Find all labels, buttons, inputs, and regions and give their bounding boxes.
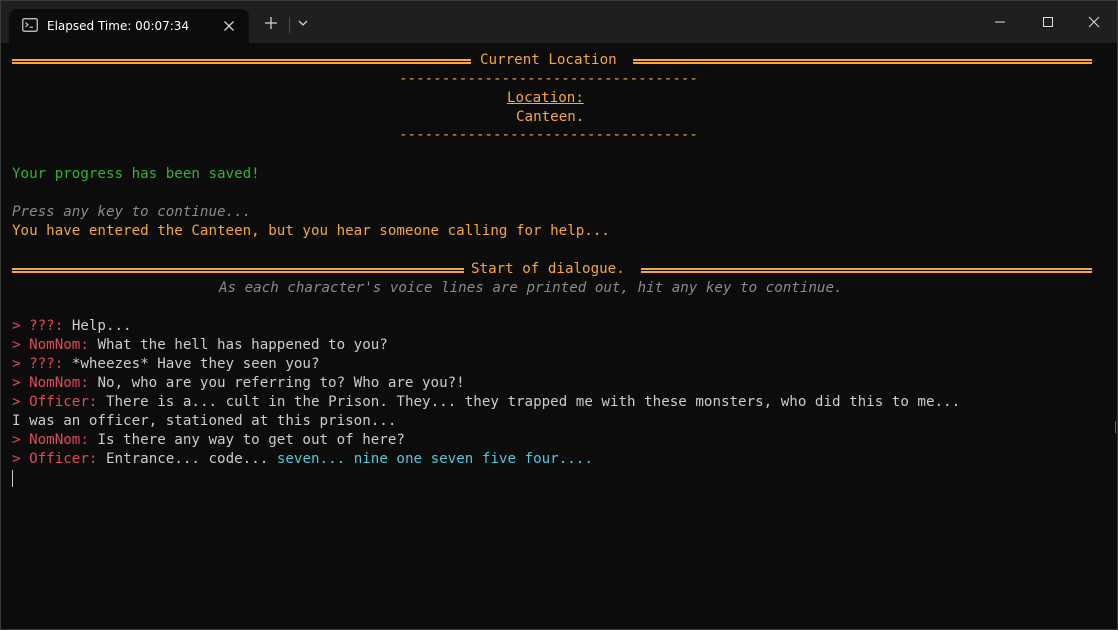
location-rule-top: ----------------------------------- xyxy=(399,71,698,87)
dialogue-line: > Officer: There is a... cult in the Pri… xyxy=(12,393,960,412)
tab-title: Elapsed Time: 00:07:34 xyxy=(47,19,190,33)
code-highlight: seven... nine one seven five four.... xyxy=(276,451,593,467)
speaker-name: ???: xyxy=(29,356,64,372)
location-header: Current Location xyxy=(480,52,617,68)
dialogue-line: > Officer: Entrance... code... seven... … xyxy=(12,450,593,469)
tab-active[interactable]: Elapsed Time: 00:07:34 xyxy=(9,9,249,43)
terminal-output[interactable]: Current Location -----------------------… xyxy=(1,43,1117,629)
prompt-marker: > xyxy=(12,356,21,372)
prompt-marker: > xyxy=(12,375,21,391)
dialogue-line: > ???: *wheezes* Have they seen you? xyxy=(12,355,320,374)
minimize-button[interactable] xyxy=(977,1,1023,43)
header-rule-left xyxy=(12,59,471,64)
dialogue-text: Is there any way to get out of here? xyxy=(97,432,405,448)
dialogue-text: Entrance... code... xyxy=(105,451,269,467)
text-cursor xyxy=(12,470,13,487)
minimize-icon xyxy=(995,21,1005,23)
speaker-name: NomNom: xyxy=(29,375,89,391)
tab-divider xyxy=(289,17,290,33)
dialogue-line: > NomNom: Is there any way to get out of… xyxy=(12,431,405,450)
dialogue-header: Start of dialogue. xyxy=(471,261,625,277)
prompt-marker: > xyxy=(12,451,21,467)
maximize-button[interactable] xyxy=(1025,1,1071,43)
location-value: Canteen. xyxy=(516,109,585,125)
terminal-icon xyxy=(22,18,38,32)
dialogue-text: Help... xyxy=(71,318,132,334)
dialogue-continuation: I was an officer, stationed at this pris… xyxy=(12,413,397,429)
close-icon xyxy=(1088,16,1100,28)
speaker-name: Officer: xyxy=(29,451,98,467)
speaker-name: Officer: xyxy=(29,394,98,410)
new-tab-icon[interactable] xyxy=(263,15,279,31)
close-window-button[interactable] xyxy=(1071,1,1117,43)
dialogue-text: What the hell has happened to you? xyxy=(97,337,388,353)
speaker-name: NomNom: xyxy=(29,432,89,448)
dialogue-text: No, who are you referring to? Who are yo… xyxy=(97,375,465,391)
prompt-marker: > xyxy=(12,318,21,334)
dialogue-rule-right xyxy=(641,268,1092,273)
dialogue-hint: As each character's voice lines are prin… xyxy=(219,280,843,296)
prompt-marker: > xyxy=(12,394,21,410)
saved-message: Your progress has been saved! xyxy=(12,166,260,182)
maximize-icon xyxy=(1043,17,1053,27)
title-bar: Elapsed Time: 00:07:34 xyxy=(1,1,1117,43)
speaker-name: ???: xyxy=(29,318,64,334)
dialogue-text: *wheezes* Have they seen you? xyxy=(71,356,320,372)
location-label: Location: xyxy=(507,90,584,106)
dialogue-text: There is a... cult in the Prison. They..… xyxy=(105,394,961,410)
prompt-marker: > xyxy=(12,432,21,448)
dialogue-line: > NomNom: No, who are you referring to? … xyxy=(12,374,465,393)
terminal-window: Elapsed Time: 00:07:34 Current Location … xyxy=(0,0,1118,630)
location-rule-bottom: ----------------------------------- xyxy=(399,127,698,143)
header-rule-right xyxy=(633,59,1092,64)
dialogue-line: > NomNom: What the hell has happened to … xyxy=(12,336,388,355)
scrollbar-marker[interactable] xyxy=(1114,421,1117,433)
dialogue-rule-left xyxy=(12,268,464,273)
prompt-marker: > xyxy=(12,337,21,353)
close-tab-icon[interactable] xyxy=(221,18,237,34)
speaker-name: NomNom: xyxy=(29,337,89,353)
press-key-message: Press any key to continue... xyxy=(12,204,252,220)
chevron-down-icon[interactable] xyxy=(296,17,310,29)
entered-message: You have entered the Canteen, but you he… xyxy=(12,223,610,239)
dialogue-line: > ???: Help... xyxy=(12,317,132,336)
